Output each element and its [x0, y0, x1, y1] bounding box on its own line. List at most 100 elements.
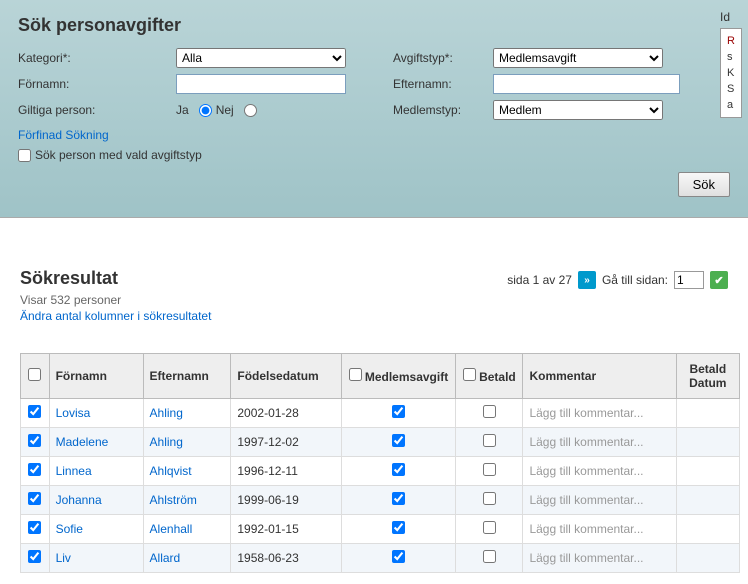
row-fodelsedatum: 1997-12-02 — [231, 428, 341, 457]
label-avgiftstyp: Avgiftstyp*: — [393, 51, 493, 65]
link-change-columns[interactable]: Ändra antal kolumner i sökresultatet — [20, 309, 211, 323]
pager-text: sida 1 av 27 — [507, 273, 572, 287]
row-fornamn-link[interactable]: Johanna — [56, 493, 102, 507]
radio-ja[interactable] — [199, 104, 212, 117]
row-efternamn-link[interactable]: Alenhall — [150, 522, 193, 536]
header-kommentar[interactable]: Kommentar — [523, 354, 676, 399]
row-betald-datum — [676, 399, 739, 428]
row-fodelsedatum: 1992-01-15 — [231, 515, 341, 544]
row-medlemsavgift-checkbox[interactable] — [392, 550, 405, 563]
label-ja: Ja — [176, 103, 189, 117]
row-checkbox[interactable] — [28, 521, 41, 534]
table-row: Linnea Ahlqvist 1996-12-11 Lägg till kommen… — [21, 457, 740, 486]
row-comment[interactable]: Lägg till kommentar... — [529, 435, 643, 449]
row-betald-checkbox[interactable] — [483, 550, 496, 563]
row-betald-datum — [676, 457, 739, 486]
label-nej: Nej — [216, 103, 234, 117]
label-giltiga: Giltiga person: — [18, 103, 176, 117]
pager-next-button[interactable]: » — [578, 271, 596, 289]
header-betald[interactable]: Betald — [456, 354, 523, 399]
header-checkbox-medlemsavgift[interactable] — [349, 368, 362, 381]
row-betald-datum — [676, 486, 739, 515]
search-panel: Sök personavgifter Kategori*: Alla Avgif… — [0, 0, 748, 218]
row-efternamn-link[interactable]: Ahling — [150, 435, 183, 449]
pager-goto-input[interactable] — [674, 271, 704, 289]
label-medlemstyp: Medlemstyp: — [393, 103, 493, 117]
row-fornamn-link[interactable]: Lovisa — [56, 406, 91, 420]
row-betald-datum — [676, 428, 739, 457]
label-sok-med-avgiftstyp: Sök person med vald avgiftstyp — [35, 148, 202, 162]
row-comment[interactable]: Lägg till kommentar... — [529, 406, 643, 420]
header-checkbox-betald[interactable] — [463, 368, 476, 381]
header-checkbox-select-all[interactable] — [28, 368, 41, 381]
row-medlemsavgift-checkbox[interactable] — [392, 492, 405, 505]
select-avgiftstyp[interactable]: Medlemsavgift — [493, 48, 663, 68]
table-row: Lovisa Ahling 2002-01-28 Lägg till kommenta… — [21, 399, 740, 428]
results-panel: Sökresultat sida 1 av 27 » Gå till sidan… — [0, 258, 748, 573]
label-kategori: Kategori*: — [18, 51, 176, 65]
row-comment[interactable]: Lägg till kommentar... — [529, 522, 643, 536]
row-comment[interactable]: Lägg till kommentar... — [529, 551, 643, 565]
row-checkbox[interactable] — [28, 492, 41, 505]
row-fodelsedatum: 1999-06-19 — [231, 486, 341, 515]
search-title: Sök personavgifter — [18, 15, 730, 36]
results-table: Förnamn Efternamn Födelsedatum Medlemsav… — [20, 353, 740, 573]
row-checkbox[interactable] — [28, 434, 41, 447]
table-row: Johanna Ahlström 1999-06-19 Lägg till komme… — [21, 486, 740, 515]
id-box: R s K S a — [720, 28, 742, 118]
label-efternamn: Efternamn: — [393, 77, 493, 91]
table-row: Sofie Alenhall 1992-01-15 Lägg till komment… — [21, 515, 740, 544]
checkbox-sok-med-avgiftstyp[interactable] — [18, 149, 31, 162]
row-checkbox[interactable] — [28, 463, 41, 476]
row-comment[interactable]: Lägg till kommentar... — [529, 493, 643, 507]
row-efternamn-link[interactable]: Ahling — [150, 406, 183, 420]
id-label: Id — [720, 10, 730, 24]
row-fornamn-link[interactable]: Sofie — [56, 522, 83, 536]
header-fornamn[interactable]: Förnamn — [49, 354, 143, 399]
input-fornamn[interactable] — [176, 74, 346, 94]
row-comment[interactable]: Lägg till kommentar... — [529, 464, 643, 478]
row-medlemsavgift-checkbox[interactable] — [392, 405, 405, 418]
radio-nej[interactable] — [244, 104, 257, 117]
row-betald-datum — [676, 515, 739, 544]
row-fodelsedatum: 1996-12-11 — [231, 457, 341, 486]
row-betald-checkbox[interactable] — [483, 492, 496, 505]
id-sidebar: Id R s K S a — [720, 10, 742, 118]
row-betald-checkbox[interactable] — [483, 405, 496, 418]
row-betald-checkbox[interactable] — [483, 434, 496, 447]
select-kategori[interactable]: Alla — [176, 48, 346, 68]
header-efternamn[interactable]: Efternamn — [143, 354, 231, 399]
table-row: Madelene Ahling 1997-12-02 Lägg till kommen… — [21, 428, 740, 457]
header-betald-datum[interactable]: Betald Datum — [676, 354, 739, 399]
pager: sida 1 av 27 » Gå till sidan: ✔ — [507, 271, 728, 289]
row-efternamn-link[interactable]: Ahlqvist — [150, 464, 192, 478]
row-fornamn-link[interactable]: Madelene — [56, 435, 109, 449]
row-efternamn-link[interactable]: Allard — [150, 551, 181, 565]
row-betald-checkbox[interactable] — [483, 463, 496, 476]
results-count: Visar 532 personer — [20, 293, 728, 307]
radio-group-giltiga: Ja Nej — [176, 103, 257, 117]
row-efternamn-link[interactable]: Ahlström — [150, 493, 197, 507]
table-row: Liv Allard 1958-06-23 Lägg till kommentar..… — [21, 544, 740, 573]
row-betald-datum — [676, 544, 739, 573]
input-efternamn[interactable] — [493, 74, 680, 94]
select-medlemstyp[interactable]: Medlem — [493, 100, 663, 120]
row-medlemsavgift-checkbox[interactable] — [392, 463, 405, 476]
pager-goto-label: Gå till sidan: — [602, 273, 668, 287]
row-betald-checkbox[interactable] — [483, 521, 496, 534]
row-checkbox[interactable] — [28, 550, 41, 563]
row-fornamn-link[interactable]: Linnea — [56, 464, 92, 478]
link-refined-search[interactable]: Förfinad Sökning — [18, 128, 109, 142]
row-fodelsedatum: 1958-06-23 — [231, 544, 341, 573]
row-fornamn-link[interactable]: Liv — [56, 551, 71, 565]
row-fodelsedatum: 2002-01-28 — [231, 399, 341, 428]
results-title: Sökresultat — [20, 268, 118, 289]
header-medlemsavgift[interactable]: Medlemsavgift — [341, 354, 455, 399]
label-fornamn: Förnamn: — [18, 77, 176, 91]
row-checkbox[interactable] — [28, 405, 41, 418]
search-button[interactable]: Sök — [678, 172, 730, 197]
pager-go-button[interactable]: ✔ — [710, 271, 728, 289]
row-medlemsavgift-checkbox[interactable] — [392, 521, 405, 534]
row-medlemsavgift-checkbox[interactable] — [392, 434, 405, 447]
header-fodelsedatum[interactable]: Födelsedatum — [231, 354, 341, 399]
